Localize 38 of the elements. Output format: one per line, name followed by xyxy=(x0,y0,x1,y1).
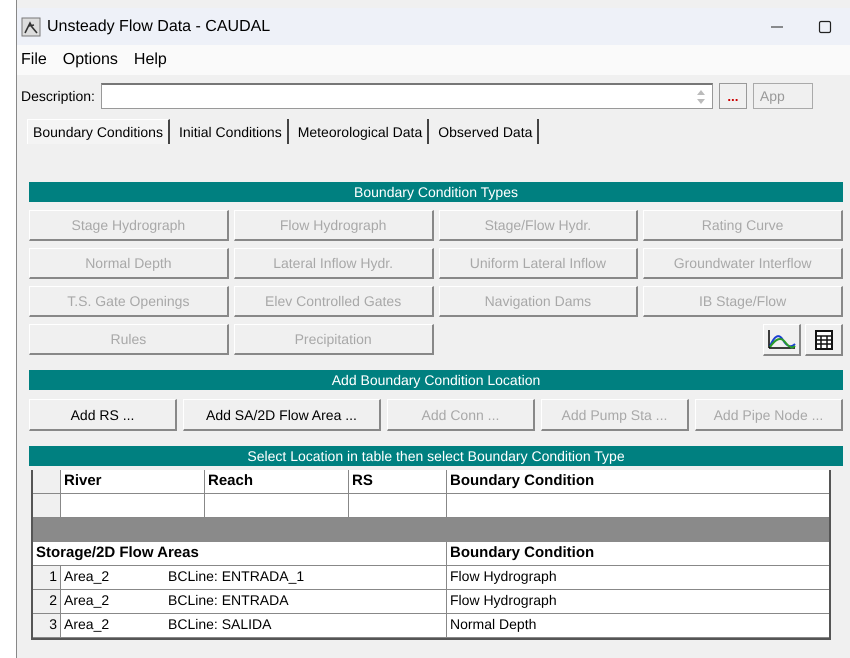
add-location-button[interactable]: Add RS ... xyxy=(29,399,178,431)
table-cell-text: BCLine: SALIDA xyxy=(168,616,272,634)
menu-item[interactable]: File xyxy=(21,51,47,69)
column-header: Storage/2D Flow Areas xyxy=(33,542,447,566)
column-header: Reach xyxy=(205,470,349,494)
window-title: Unsteady Flow Data - CAUDAL xyxy=(47,18,270,36)
column-header: Boundary Condition xyxy=(447,542,829,566)
section-header: Select Location in table then select Boundary Condition Type xyxy=(29,446,843,466)
column-header: RS xyxy=(349,470,447,494)
table-icon[interactable] xyxy=(805,324,843,356)
row-number: 3 xyxy=(33,614,61,638)
column-header: Boundary Condition xyxy=(447,470,829,494)
table-cell: Flow Hydrograph xyxy=(447,590,829,614)
maximize-icon[interactable] xyxy=(818,20,832,34)
table-cell-text: BCLine: ENTRADA xyxy=(168,592,289,610)
browse-button[interactable]: ... xyxy=(718,83,747,109)
apply-button[interactable]: App xyxy=(752,83,813,109)
column-header: River xyxy=(61,470,205,494)
table-cell-text: Area_2 xyxy=(64,616,110,634)
section-header: Boundary Condition Types xyxy=(29,182,843,202)
row-number: 2 xyxy=(33,590,61,614)
table-cell: Normal Depth xyxy=(447,614,829,638)
description-label: Description: xyxy=(21,88,95,104)
menu-item[interactable]: Options xyxy=(62,51,118,69)
plot-icon[interactable] xyxy=(763,324,801,356)
table-cell-text: Area_2 xyxy=(64,568,110,586)
tab[interactable]: Boundary Conditions xyxy=(27,119,170,144)
table-cell-text: BCLine: ENTRADA_1 xyxy=(168,568,304,586)
table-cell: Flow Hydrograph xyxy=(447,566,829,590)
row-number: 1 xyxy=(33,566,61,590)
add-location-button[interactable]: Add SA/2D Flow Area ... xyxy=(183,399,381,431)
row-header-cell xyxy=(33,470,61,494)
app-icon xyxy=(21,16,41,36)
row-header-cell xyxy=(33,494,61,518)
section-header: Add Boundary Condition Location xyxy=(29,370,843,390)
menu-item[interactable]: Help xyxy=(134,51,167,69)
table-cell-text: Area_2 xyxy=(64,592,110,610)
description-field[interactable] xyxy=(100,83,713,109)
